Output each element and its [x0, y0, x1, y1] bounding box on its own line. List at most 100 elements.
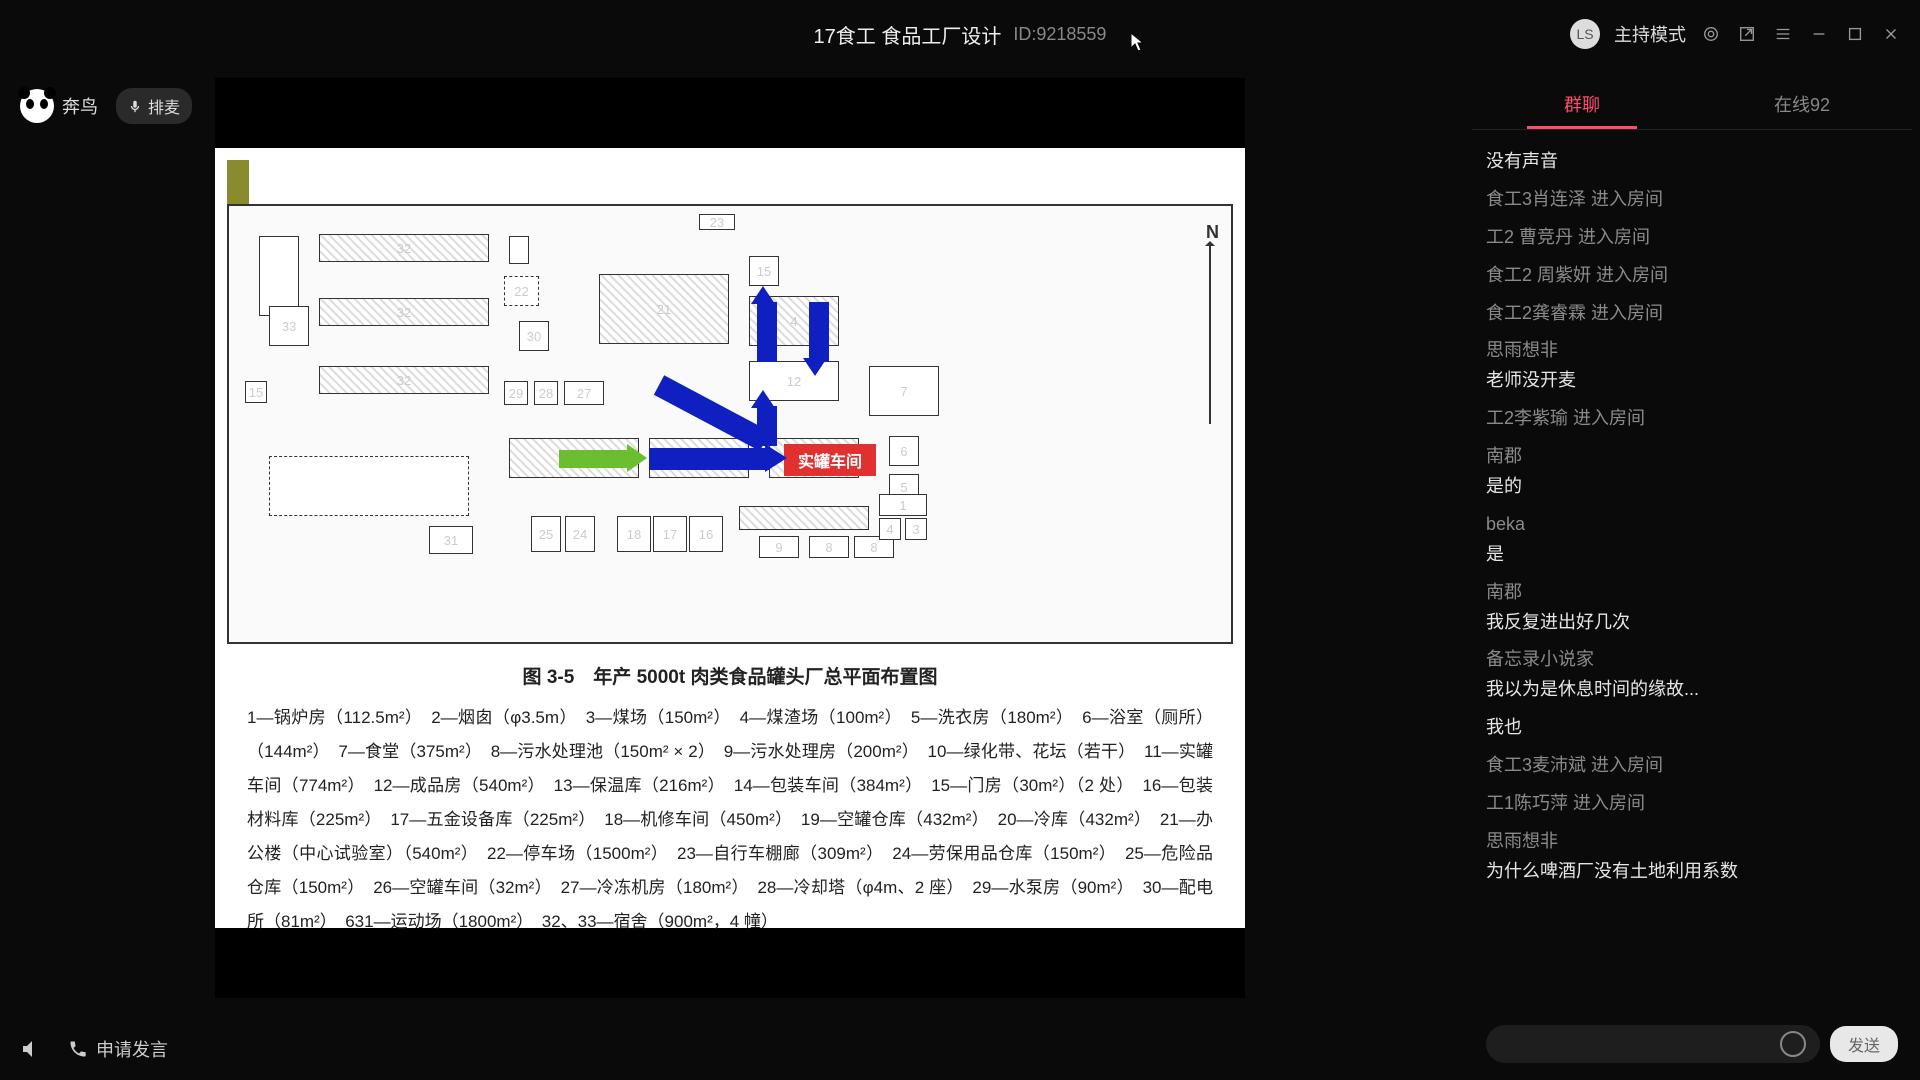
building-28: 28 — [534, 381, 558, 405]
chat-panel: 群聊 在线92 没有声音食工3肖连泽 进入房间工2 曹竞丹 进入房间食工2 周紫… — [1472, 78, 1912, 1072]
building-32: 32 — [319, 234, 489, 262]
tab-online[interactable]: 在线92 — [1692, 78, 1912, 129]
message-username: beka — [1486, 511, 1898, 539]
request-speak-label: 申请发言 — [96, 1036, 168, 1062]
chat-message: 备忘录小说家我以为是休息时间的缘故... — [1486, 646, 1898, 704]
building-9: 9 — [759, 536, 799, 558]
building-16: 16 — [689, 516, 723, 552]
figure-legend: 1—锅炉房（112.5m²） 2—烟囱（φ3.5m） 3—煤场（150m²） 4… — [227, 701, 1233, 939]
building-18: 18 — [617, 516, 651, 552]
message-username: 备忘录小说家 — [1486, 646, 1898, 674]
building-8: 8 — [809, 536, 849, 558]
building-24: 24 — [565, 516, 595, 552]
blue-arrow-right — [649, 448, 769, 470]
system-message: 食工3肖连泽 进入房间 — [1486, 186, 1898, 214]
message-text: 我以为是休息时间的缘故... — [1486, 676, 1898, 704]
panda-badge[interactable]: 奔鸟 — [20, 89, 98, 123]
red-highlight-label: 实罐车间 — [784, 444, 876, 476]
building-1: 1 — [879, 494, 927, 516]
room-id: ID:9218559 — [1013, 24, 1106, 45]
building-7: 7 — [869, 366, 939, 416]
system-message: 工2李紫瑜 进入房间 — [1486, 405, 1898, 433]
bottom-toolbar: 申请发言 — [20, 1036, 168, 1062]
chat-message: 工2 曹竞丹 进入房间 — [1486, 224, 1898, 252]
green-arrow-head-icon — [627, 444, 647, 472]
chat-message: 食工2龚睿霖 进入房间 — [1486, 300, 1898, 328]
title-bar: 17食工 食品工厂设计 ID:9218559 LS 主持模式 — [0, 0, 1920, 68]
send-button[interactable]: 发送 — [1830, 1026, 1898, 1062]
building-6: 6 — [889, 436, 919, 466]
mic-icon — [128, 99, 142, 113]
system-message: 工2 曹竞丹 进入房间 — [1486, 224, 1898, 252]
chat-message: 我也 — [1486, 714, 1898, 742]
building-32c: 32 — [319, 366, 489, 394]
host-mode-label: 主持模式 — [1614, 21, 1686, 47]
message-username: 南郡 — [1486, 443, 1898, 471]
panda-label: 奔鸟 — [62, 93, 98, 119]
building-25: 25 — [531, 516, 561, 552]
phone-icon — [68, 1039, 88, 1059]
building-29: 29 — [504, 381, 528, 405]
message-text: 是的 — [1486, 473, 1898, 501]
chat-input[interactable] — [1486, 1025, 1820, 1063]
chat-input-row: 发送 — [1472, 1016, 1912, 1072]
building-strip — [739, 506, 869, 530]
record-icon[interactable] — [1700, 23, 1722, 45]
queue-mic-label: 排麦 — [148, 94, 180, 118]
host-avatar[interactable]: LS — [1570, 19, 1600, 49]
tab-group-chat[interactable]: 群聊 — [1472, 78, 1692, 129]
slide-image: N 32 32 33 32 22 30 29 28 27 21 15 4 12 … — [215, 148, 1245, 928]
building-33: 33 — [269, 306, 309, 346]
chat-message: 没有声音 — [1486, 148, 1898, 176]
arrow-head-icon — [751, 286, 775, 304]
panda-icon — [20, 89, 54, 123]
chat-message: 食工3麦沛斌 进入房间 — [1486, 752, 1898, 780]
building-15b: 15 — [245, 381, 267, 403]
olive-marker — [227, 160, 249, 204]
message-username: 南郡 — [1486, 579, 1898, 607]
system-message: 食工2龚睿霖 进入房间 — [1486, 300, 1898, 328]
message-text: 没有声音 — [1486, 148, 1898, 176]
blue-arrow-up — [757, 302, 777, 362]
chat-message: 南郡我反复进出好几次 — [1486, 579, 1898, 637]
chat-message-list[interactable]: 没有声音食工3肖连泽 进入房间工2 曹竞丹 进入房间食工2 周紫妍 进入房间食工… — [1472, 130, 1912, 1016]
chat-message: 食工3肖连泽 进入房间 — [1486, 186, 1898, 214]
maximize-icon[interactable] — [1844, 23, 1866, 45]
building-27: 27 — [564, 381, 604, 405]
building-23: 23 — [699, 214, 735, 230]
popout-icon[interactable] — [1736, 23, 1758, 45]
top-left-badges: 奔鸟 排麦 — [20, 88, 192, 124]
queue-mic-button[interactable]: 排麦 — [116, 88, 192, 124]
arrow-head-icon — [751, 390, 775, 408]
building-21: 21 — [599, 274, 729, 344]
chat-message: 工2李紫瑜 进入房间 — [1486, 405, 1898, 433]
message-text: 为什么啤酒厂没有土地利用系数 — [1486, 858, 1898, 886]
message-text: 我反复进出好几次 — [1486, 609, 1898, 637]
chat-message: 南郡是的 — [1486, 443, 1898, 501]
minimize-icon[interactable] — [1808, 23, 1830, 45]
presentation-area: N 32 32 33 32 22 30 29 28 27 21 15 4 12 … — [215, 78, 1245, 998]
message-text: 老师没开麦 — [1486, 367, 1898, 395]
building-dashed — [269, 456, 469, 516]
floor-plan-diagram: N 32 32 33 32 22 30 29 28 27 21 15 4 12 … — [227, 204, 1233, 644]
mouse-cursor-icon — [1130, 32, 1144, 52]
building-30: 30 — [519, 321, 549, 351]
arrow-head-icon — [765, 444, 787, 472]
chat-message: 思雨想非为什么啤酒厂没有土地利用系数 — [1486, 828, 1898, 886]
emoji-icon[interactable] — [1780, 1031, 1806, 1057]
building-4b: 4 — [879, 518, 901, 540]
chat-tabs: 群聊 在线92 — [1472, 78, 1912, 130]
arrow-head-icon — [803, 358, 827, 376]
chat-message: 食工2 周紫妍 进入房间 — [1486, 262, 1898, 290]
building-32b: 32 — [319, 298, 489, 326]
request-speak-button[interactable]: 申请发言 — [68, 1036, 168, 1062]
system-message: 食工2 周紫妍 进入房间 — [1486, 262, 1898, 290]
building-3: 3 — [905, 518, 927, 540]
menu-icon[interactable] — [1772, 23, 1794, 45]
building-31: 31 — [429, 526, 473, 554]
building-22: 22 — [504, 276, 539, 306]
speaker-icon[interactable] — [20, 1037, 44, 1061]
message-text: 是 — [1486, 541, 1898, 569]
close-icon[interactable] — [1880, 23, 1902, 45]
message-username: 思雨想非 — [1486, 337, 1898, 365]
